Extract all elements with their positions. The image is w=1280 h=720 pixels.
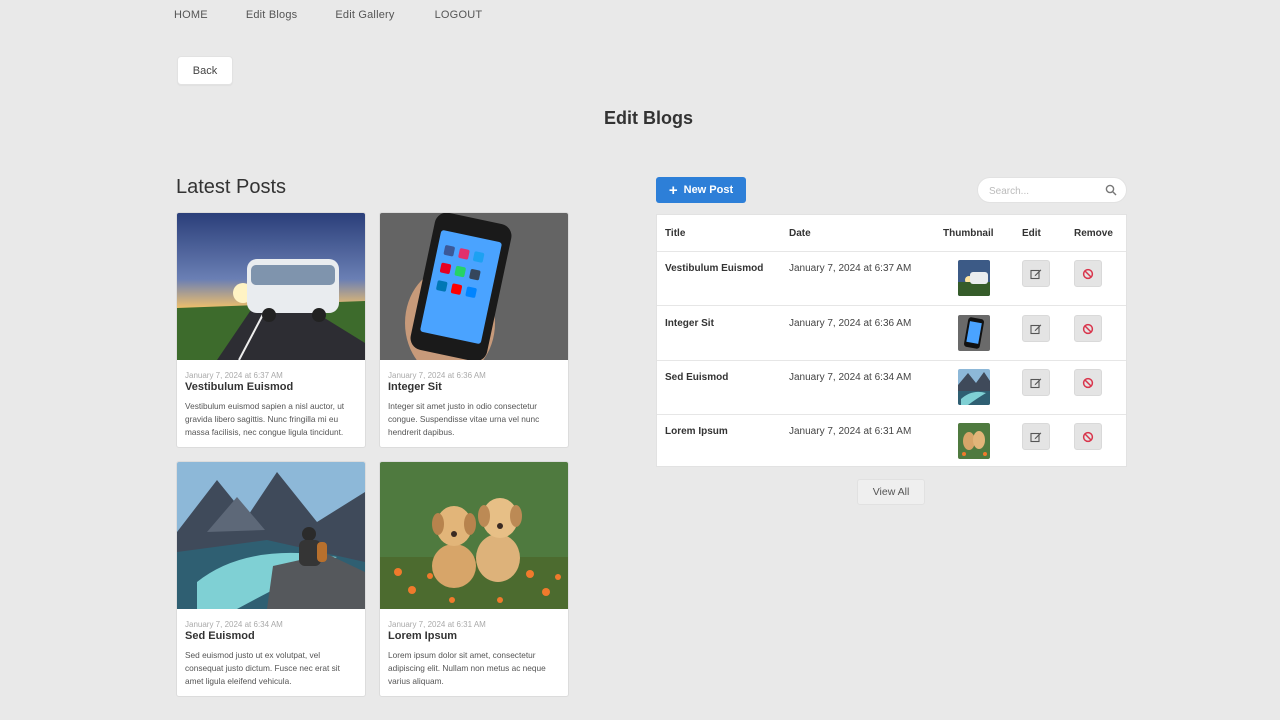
remove-icon (1082, 377, 1094, 388)
edit-button[interactable] (1022, 423, 1050, 450)
search-input[interactable] (987, 182, 1103, 200)
post-title[interactable]: Lorem Ipsum (388, 630, 457, 642)
col-remove: Remove (1074, 228, 1113, 239)
new-post-button[interactable]: + New Post (656, 177, 746, 203)
col-edit: Edit (1022, 228, 1041, 239)
table-row: Integer Sit January 7, 2024 at 6:36 AM (657, 306, 1126, 361)
row-thumbnail-mountains (958, 369, 990, 405)
post-date: January 7, 2024 at 6:37 AM (185, 371, 283, 380)
new-post-label: New Post (683, 184, 734, 196)
blog-table: Title Date Thumbnail Edit Remove Vestibu… (656, 214, 1127, 467)
row-date: January 7, 2024 at 6:31 AM (789, 426, 912, 437)
table-header: Title Date Thumbnail Edit Remove (657, 215, 1126, 252)
search-icon[interactable] (1105, 184, 1117, 196)
post-excerpt: Vestibulum euismod sapien a nisl auctor,… (185, 401, 345, 437)
edit-icon (1030, 378, 1042, 388)
col-thumbnail: Thumbnail (943, 228, 994, 239)
post-date: January 7, 2024 at 6:36 AM (388, 371, 486, 380)
page-title: Edit Blogs (604, 108, 693, 128)
remove-icon (1082, 323, 1094, 334)
col-date: Date (789, 228, 811, 239)
post-excerpt: Lorem ipsum dolor sit amet, consectetur … (388, 650, 546, 686)
nav-home[interactable]: HOME (174, 9, 208, 21)
row-date: January 7, 2024 at 6:37 AM (789, 263, 912, 274)
post-date: January 7, 2024 at 6:31 AM (388, 620, 486, 629)
nav-logout[interactable]: LOGOUT (435, 9, 483, 21)
edit-icon (1030, 324, 1042, 334)
row-date: January 7, 2024 at 6:34 AM (789, 372, 912, 383)
top-nav: HOME Edit Blogs Edit Gallery LOGOUT (174, 9, 482, 21)
post-card[interactable]: January 7, 2024 at 6:36 AM Integer Sit I… (379, 212, 569, 448)
remove-button[interactable] (1074, 369, 1102, 396)
col-title: Title (665, 228, 686, 239)
nav-edit-gallery[interactable]: Edit Gallery (335, 9, 394, 21)
post-card[interactable]: January 7, 2024 at 6:37 AM Vestibulum Eu… (176, 212, 366, 448)
post-thumbnail-mountains (177, 462, 365, 609)
row-thumbnail-phone (958, 315, 990, 351)
remove-icon (1082, 431, 1094, 442)
post-card[interactable]: January 7, 2024 at 6:34 AM Sed Euismod S… (176, 461, 366, 697)
post-title[interactable]: Vestibulum Euismod (185, 381, 293, 393)
edit-button[interactable] (1022, 260, 1050, 287)
post-thumbnail-bus (177, 213, 365, 360)
remove-button[interactable] (1074, 260, 1102, 287)
view-all-button[interactable]: View All (857, 479, 925, 505)
latest-posts-heading: Latest Posts (176, 176, 287, 198)
post-card[interactable]: January 7, 2024 at 6:31 AM Lorem Ipsum L… (379, 461, 569, 697)
table-row: Lorem Ipsum January 7, 2024 at 6:31 AM (657, 414, 1126, 468)
search-box (977, 177, 1127, 203)
row-date: January 7, 2024 at 6:36 AM (789, 318, 912, 329)
row-thumbnail-puppies (958, 423, 990, 459)
edit-button[interactable] (1022, 315, 1050, 342)
post-date: January 7, 2024 at 6:34 AM (185, 620, 283, 629)
row-title: Vestibulum Euismod (665, 263, 764, 274)
edit-icon (1030, 269, 1042, 279)
row-title: Sed Euismod (665, 372, 729, 383)
edit-icon (1030, 432, 1042, 442)
post-title[interactable]: Integer Sit (388, 381, 442, 393)
remove-button[interactable] (1074, 315, 1102, 342)
table-row: Sed Euismod January 7, 2024 at 6:34 AM (657, 360, 1126, 415)
post-thumbnail-phone (380, 213, 568, 360)
post-title[interactable]: Sed Euismod (185, 630, 255, 642)
post-excerpt: Integer sit amet justo in odio consectet… (388, 401, 540, 437)
post-excerpt: Sed euismod justo ut ex volutpat, vel co… (185, 650, 340, 686)
table-row: Vestibulum Euismod January 7, 2024 at 6:… (657, 251, 1126, 306)
remove-button[interactable] (1074, 423, 1102, 450)
row-title: Integer Sit (665, 318, 714, 329)
edit-button[interactable] (1022, 369, 1050, 396)
remove-icon (1082, 268, 1094, 279)
plus-icon: + (668, 181, 678, 199)
row-thumbnail-bus (958, 260, 990, 296)
post-thumbnail-puppies (380, 462, 568, 609)
row-title: Lorem Ipsum (665, 426, 728, 437)
nav-edit-blogs[interactable]: Edit Blogs (246, 9, 298, 21)
back-button[interactable]: Back (177, 56, 233, 85)
